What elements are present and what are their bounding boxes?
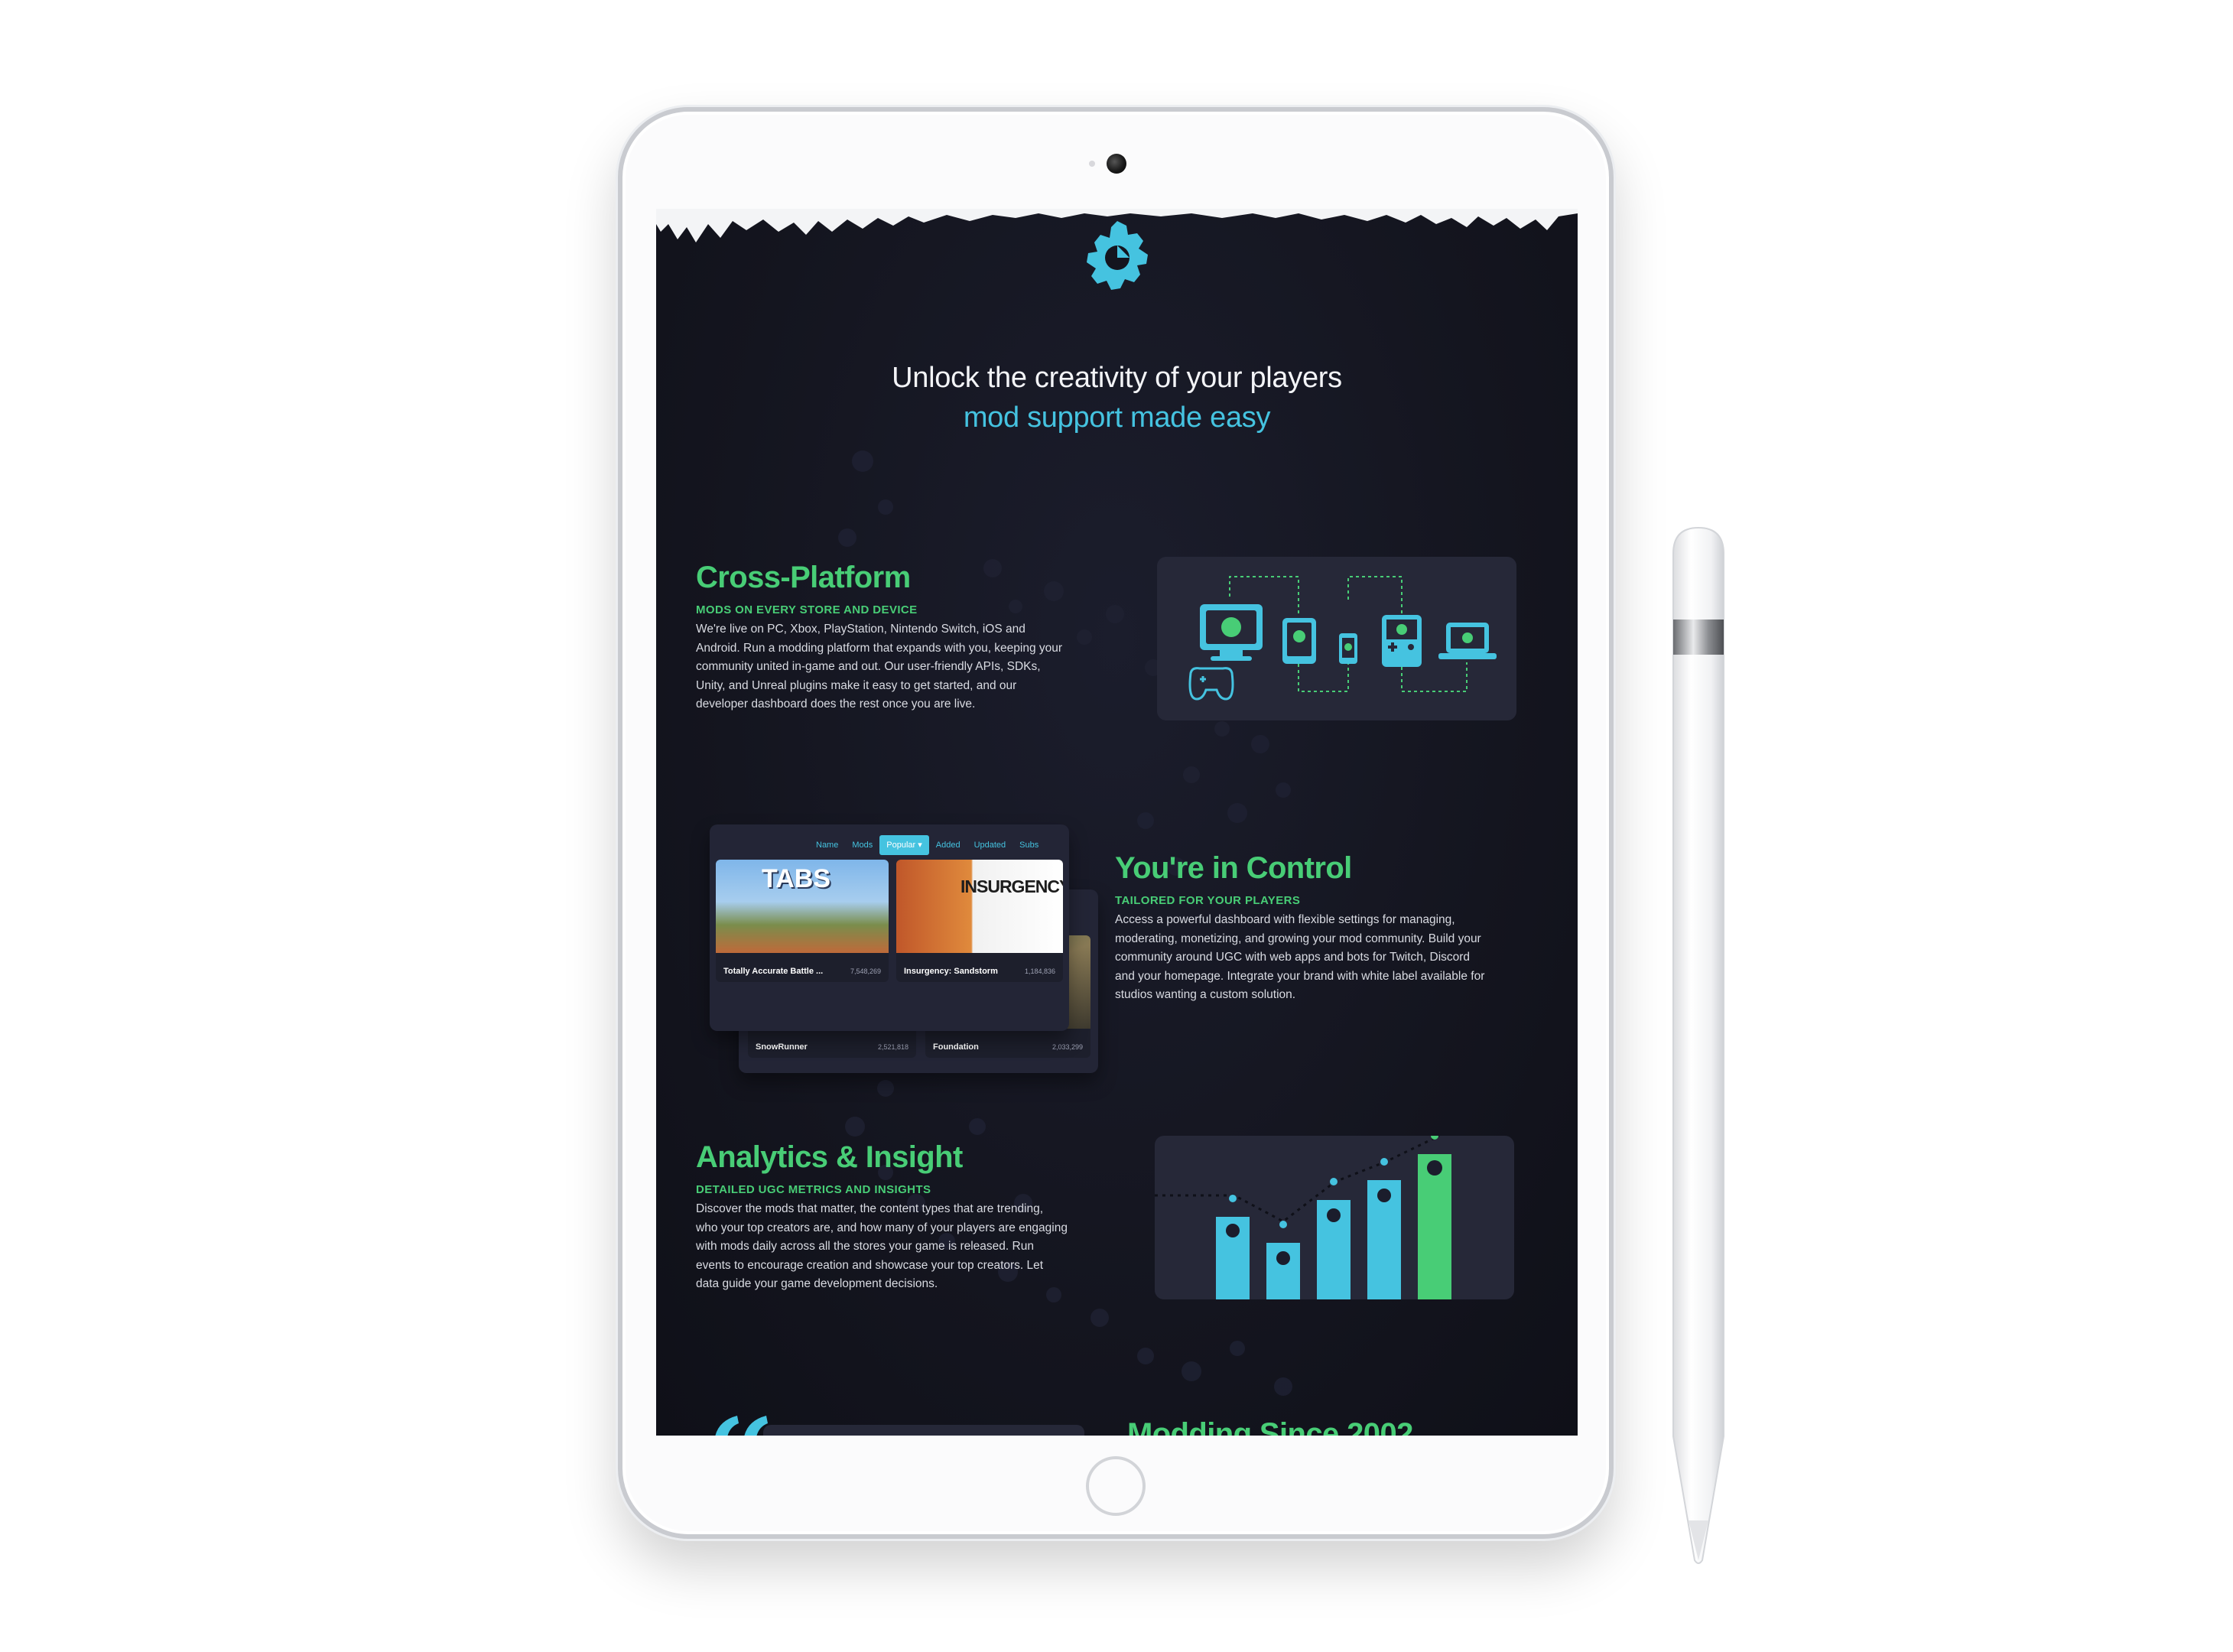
feature-title-analytics: Analytics & Insight	[696, 1140, 963, 1174]
analytics-panel	[1155, 1132, 1514, 1299]
proximity-sensor	[1089, 161, 1095, 167]
testimonial-card	[763, 1425, 1084, 1436]
app-screen: Unlock the creativity of your players mo…	[656, 209, 1578, 1436]
front-camera	[1107, 154, 1126, 174]
gamepad-icon	[1188, 667, 1234, 701]
feature-body-control: Access a powerful dashboard with flexibl…	[1115, 913, 1485, 1001]
sort-tab-name[interactable]: Name	[809, 835, 845, 855]
feature-body-analytics: Discover the mods that matter, the conte…	[696, 1202, 1068, 1290]
feature-subtitle-cross-platform: MODS ON EVERY STORE AND DEVICE	[696, 603, 918, 616]
bar-5	[1418, 1154, 1451, 1299]
sort-tab-popular[interactable]: Popular ▾	[879, 835, 929, 855]
analytics-bar-illustration	[1155, 1132, 1451, 1299]
sort-tab-subs[interactable]: Subs	[1012, 835, 1045, 855]
phone-icon	[1339, 633, 1357, 664]
mod-card-tabs[interactable]: TABS Totally Accurate Battle ... 7,548,2…	[716, 860, 889, 982]
laptop-icon	[1438, 623, 1497, 659]
modio-logo-icon	[1087, 221, 1148, 290]
stylus-pencil	[1672, 526, 1724, 1564]
hero-tagline: mod support made easy	[963, 402, 1271, 434]
handheld-console-icon	[1382, 615, 1422, 667]
feature-body-cross-platform: We're live on PC, Xbox, PlayStation, Nin…	[696, 623, 1063, 711]
sort-tabs: Name Mods Popular ▾ Added Updated Subs	[809, 835, 1045, 855]
sort-tab-mods[interactable]: Mods	[845, 835, 879, 855]
feature-title-history: Modding Since 2002	[1127, 1417, 1413, 1436]
tablet-icon	[1282, 618, 1316, 664]
monitor-icon	[1200, 604, 1263, 661]
sort-tab-added[interactable]: Added	[929, 835, 967, 855]
hero-headline: Unlock the creativity of your players	[892, 362, 1342, 394]
mods-browser-panel: Name Mods Popular ▾ Added Updated Subs T…	[710, 824, 1069, 1031]
feature-title-cross-platform: Cross-Platform	[696, 561, 911, 594]
feature-subtitle-control: TAILORED FOR YOUR PLAYERS	[1115, 894, 1301, 907]
mod-card-art: INSURGENCY	[896, 860, 1063, 953]
home-button[interactable]	[1086, 1456, 1146, 1516]
mod-card-insurgency[interactable]: INSURGENCY Insurgency: Sandstorm 1,184,8…	[896, 860, 1063, 982]
feature-subtitle-analytics: DETAILED UGC METRICS AND INSIGHTS	[696, 1183, 931, 1196]
platform-devices-panel	[1157, 557, 1516, 720]
chevron-down-icon: ▾	[918, 841, 922, 850]
feature-title-control: You're in Control	[1115, 851, 1352, 885]
sort-tab-updated[interactable]: Updated	[967, 835, 1013, 855]
mod-card-art: TABS	[716, 860, 889, 953]
devices-illustration	[1188, 576, 1497, 701]
